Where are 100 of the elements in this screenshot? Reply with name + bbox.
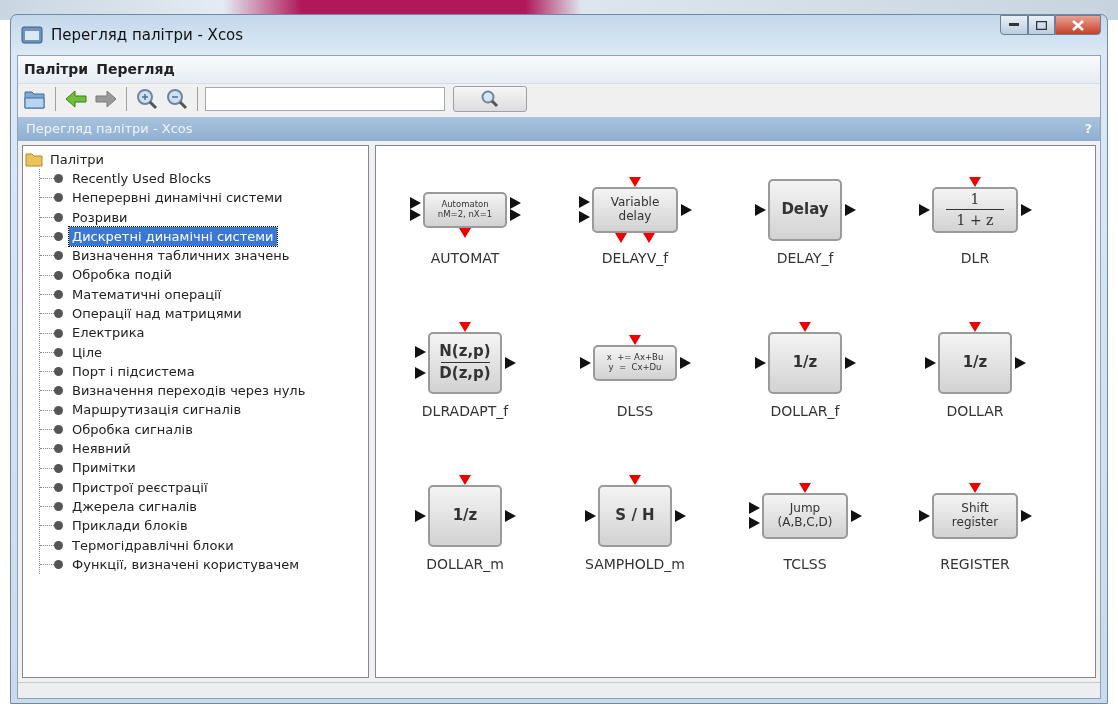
tree-item[interactable]: Пристрої реєстрації — [69, 477, 211, 498]
menu-item[interactable]: Палітри — [24, 59, 89, 80]
palette-block[interactable]: N(z,p) D(z,p) — [428, 331, 502, 394]
output-port-icon — [680, 356, 691, 369]
bullet-icon — [54, 232, 63, 242]
tree-item[interactable]: Розриви — [69, 207, 131, 227]
zoom-out-button[interactable] — [164, 87, 190, 111]
tree-item[interactable]: Термогідравлічні блоки — [69, 535, 237, 556]
output-port-icon — [505, 356, 516, 369]
tree-item[interactable]: Обробка сигналів — [69, 419, 196, 440]
event-input-icon — [969, 482, 981, 493]
output-port-icon — [510, 197, 521, 210]
event-input-icon — [629, 474, 641, 485]
tree-item[interactable]: Операції над матрицями — [69, 304, 245, 324]
bullet-icon — [54, 309, 63, 319]
block-name: DOLLAR_m — [426, 554, 504, 574]
output-port-icon — [675, 509, 686, 522]
zoom-in-button[interactable] — [134, 87, 160, 111]
bullet-icon — [54, 521, 63, 531]
window-title: Перегляд палітри - Xcos — [51, 24, 244, 46]
bullet-icon — [54, 193, 63, 203]
input-port-icon — [415, 366, 426, 379]
event-input-icon — [799, 321, 811, 332]
tree-item[interactable]: Неперервні динамічні системи — [69, 188, 286, 208]
palette-block[interactable]: x += Ax+Bu y = Cx+Du — [593, 344, 677, 381]
block-name: DLR — [960, 248, 990, 268]
tree-item[interactable]: Визначення переходів через нуль — [69, 381, 309, 401]
bullet-icon — [54, 174, 63, 184]
tree-item[interactable]: Ціле — [69, 342, 105, 363]
bullet-icon — [54, 386, 63, 396]
tree-item[interactable]: Електрика — [69, 323, 148, 343]
input-port-icon — [415, 509, 426, 522]
event-output-icon — [643, 232, 656, 243]
panel-title: Перегляд палітри - Xcos — [26, 120, 193, 138]
tree-item[interactable]: Джерела сигналів — [69, 496, 200, 517]
input-port-icon — [579, 211, 590, 224]
block-name: DLRADAPT_f — [421, 401, 509, 421]
palette-block[interactable]: S / H — [598, 484, 672, 547]
tree-item[interactable]: Неявний — [69, 439, 134, 459]
palette-block[interactable]: 1 1 + z — [932, 186, 1018, 233]
tree-item[interactable]: Примітки — [69, 458, 139, 478]
event-input-icon — [459, 474, 471, 485]
output-port-icon — [845, 203, 856, 216]
folder-icon — [25, 151, 43, 167]
event-input-icon — [969, 321, 981, 332]
output-port-icon — [681, 203, 692, 216]
bullet-icon — [54, 425, 63, 434]
input-port-icon — [410, 209, 421, 222]
block-name: DELAYV_f — [601, 248, 669, 268]
output-port-icon — [1021, 509, 1032, 522]
event-output-icon — [459, 227, 471, 238]
output-port-icon — [505, 509, 516, 522]
tree-item[interactable]: Маршрутизація сигналів — [69, 400, 245, 420]
palette-block[interactable]: Variable delay — [592, 186, 678, 233]
tree-item[interactable]: Recently Used Blocks — [69, 168, 214, 189]
input-port-icon — [755, 203, 766, 216]
app-window-icon — [21, 26, 43, 44]
input-port-icon — [410, 197, 421, 210]
palette-block[interactable]: Delay — [768, 178, 842, 241]
output-port-icon — [1015, 356, 1026, 369]
tree-item[interactable]: Дискретні динамічні системи — [69, 226, 277, 247]
tree-item[interactable]: Функції, визначені користувачем — [69, 554, 303, 575]
search-icon — [480, 90, 500, 108]
tree-item[interactable]: Визначення табличних значень — [69, 246, 293, 266]
palette-block[interactable]: 1/z — [768, 331, 842, 394]
block-name: AUTOMAT — [430, 248, 500, 268]
search-button[interactable] — [453, 86, 527, 112]
block-name: DOLLAR — [946, 401, 1004, 421]
palette-block[interactable]: Shift register — [932, 492, 1018, 539]
output-port-icon — [1021, 203, 1032, 216]
close-button[interactable] — [1055, 15, 1101, 35]
palette-block[interactable]: Automaton nM=2, nX=1 — [423, 191, 507, 228]
input-port-icon — [415, 346, 426, 359]
minimize-button[interactable] — [1000, 15, 1028, 35]
input-port-icon — [749, 517, 760, 530]
tree-item[interactable]: Порт і підсистема — [69, 361, 198, 382]
bullet-icon — [54, 444, 63, 454]
input-port-icon — [585, 509, 596, 522]
event-input-icon — [459, 321, 471, 332]
menu-item[interactable]: Перегляд — [96, 59, 175, 80]
tree-item[interactable]: Математичні операції — [69, 284, 225, 305]
bullet-icon — [54, 289, 63, 299]
input-port-icon — [919, 509, 930, 522]
palette-block[interactable]: Jump (A,B,C,D) — [762, 492, 848, 539]
input-port-icon — [919, 203, 930, 216]
tree-item[interactable]: Приклади блоків — [69, 516, 191, 536]
palette-block[interactable]: 1/z — [428, 484, 502, 547]
maximize-button[interactable] — [1028, 15, 1055, 35]
output-port-icon — [510, 209, 521, 222]
bullet-icon — [54, 328, 63, 338]
close-icon — [1072, 19, 1084, 31]
back-button[interactable] — [63, 87, 89, 111]
tree-item[interactable]: Палітри — [47, 149, 107, 169]
input-port-icon — [579, 195, 590, 208]
block-name: REGISTER — [940, 554, 1010, 574]
input-port-icon — [925, 356, 936, 369]
tree-item[interactable]: Обробка подій — [69, 265, 175, 285]
search-field[interactable] — [205, 87, 445, 111]
bullet-icon — [54, 270, 63, 280]
palette-block[interactable]: 1/z — [938, 331, 1012, 394]
